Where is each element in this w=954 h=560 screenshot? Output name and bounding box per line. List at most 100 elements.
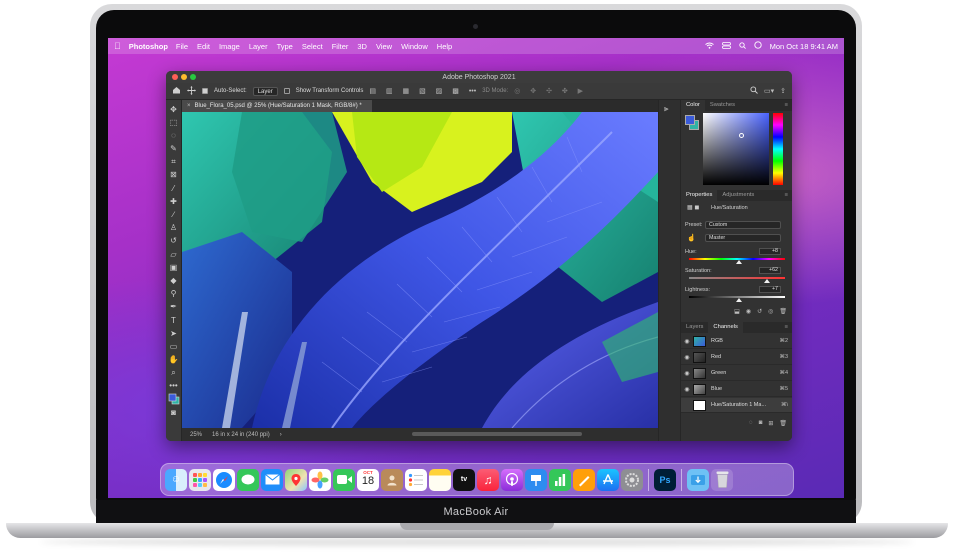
control-center-icon[interactable] xyxy=(721,41,731,51)
color-picker-cursor[interactable] xyxy=(739,133,744,138)
delete-icon[interactable]: 🗑 xyxy=(779,308,787,315)
calendar-icon[interactable]: OCT 18 xyxy=(357,468,379,491)
quick-mask-icon[interactable]: ◙ xyxy=(168,406,180,418)
horizontal-scrollbar[interactable] xyxy=(412,432,582,436)
zoom-tool-icon[interactable]: ⌕ xyxy=(168,367,180,379)
launchpad-icon[interactable] xyxy=(189,468,211,491)
channel-row-rgb[interactable]: ◉ RGB ⌘2 xyxy=(681,334,792,349)
hue-value[interactable]: +8 xyxy=(759,248,781,255)
menu-type[interactable]: Type xyxy=(277,42,293,51)
load-selection-icon[interactable]: ◌ xyxy=(749,420,753,426)
save-selection-icon[interactable]: ◙ xyxy=(759,420,763,426)
search-icon[interactable] xyxy=(738,41,746,51)
crop-tool-icon[interactable]: ⌗ xyxy=(168,156,180,168)
dodge-tool-icon[interactable]: ⚲ xyxy=(168,288,180,300)
panel-menu-icon[interactable]: ≡ xyxy=(780,100,792,111)
finder-icon[interactable]: ☺ xyxy=(165,468,187,491)
menu-window[interactable]: Window xyxy=(401,42,428,51)
search-icon[interactable] xyxy=(750,86,758,96)
move-tool-icon[interactable]: ✥ xyxy=(168,103,180,115)
mail-icon[interactable] xyxy=(261,468,283,491)
close-tab-icon[interactable]: × xyxy=(187,103,191,109)
maps-icon[interactable] xyxy=(285,468,307,491)
workspace-icon[interactable]: ▭▾ xyxy=(764,87,774,95)
tab-layers[interactable]: Layers xyxy=(681,322,708,333)
foreground-color-swatch[interactable] xyxy=(685,115,695,125)
contacts-icon[interactable] xyxy=(381,468,403,491)
tab-channels[interactable]: Channels xyxy=(708,322,743,333)
marquee-tool-icon[interactable]: ⬚ xyxy=(168,116,180,128)
menu-select[interactable]: Select xyxy=(302,42,323,51)
reminders-icon[interactable] xyxy=(405,468,427,491)
minimize-window-button[interactable] xyxy=(181,74,187,80)
clip-to-layer-icon[interactable]: ⬓ xyxy=(734,308,740,315)
music-icon[interactable]: ♫ xyxy=(477,468,499,491)
eyedropper-tool-icon[interactable]: ⁄ xyxy=(168,182,180,194)
auto-select-checkbox[interactable] xyxy=(202,88,208,94)
menu-file[interactable]: File xyxy=(176,42,188,51)
siri-icon[interactable] xyxy=(753,41,762,51)
hue-slider-thumb[interactable] xyxy=(735,260,742,264)
lightness-value[interactable]: +7 xyxy=(759,286,781,293)
type-tool-icon[interactable]: T xyxy=(168,314,180,326)
eye-icon[interactable]: ◉ xyxy=(681,338,693,345)
gradient-tool-icon[interactable]: ▣ xyxy=(168,261,180,273)
photoshop-icon[interactable]: Ps xyxy=(654,468,676,491)
lightness-slider-thumb[interactable] xyxy=(735,298,742,302)
history-brush-tool-icon[interactable]: ↺ xyxy=(168,235,180,247)
saturation-slider-thumb[interactable] xyxy=(763,279,770,283)
new-channel-icon[interactable]: ⊞ xyxy=(768,420,773,427)
menubar-clock[interactable]: Mon Oct 18 9:41 AM xyxy=(770,42,838,51)
document-canvas[interactable] xyxy=(182,112,658,428)
eye-icon[interactable]: ◉ xyxy=(681,354,693,361)
blur-tool-icon[interactable]: ◆ xyxy=(168,274,180,286)
document-size[interactable]: 16 in x 24 in (240 ppi) xyxy=(212,432,270,438)
menu-help[interactable]: Help xyxy=(437,42,452,51)
messages-icon[interactable] xyxy=(237,468,259,491)
notes-icon[interactable] xyxy=(429,468,451,491)
menu-3d[interactable]: 3D xyxy=(357,42,367,51)
delete-channel-icon[interactable]: 🗑 xyxy=(779,420,787,427)
menu-layer[interactable]: Layer xyxy=(249,42,268,51)
facetime-icon[interactable] xyxy=(333,468,355,491)
view-previous-icon[interactable]: ◉ xyxy=(746,308,751,315)
quick-select-tool-icon[interactable]: ✎ xyxy=(168,143,180,155)
lasso-tool-icon[interactable]: ◌ xyxy=(168,129,180,141)
app-store-icon[interactable] xyxy=(597,468,619,491)
panel-menu-icon[interactable]: ≡ xyxy=(780,322,792,333)
close-window-button[interactable] xyxy=(172,74,178,80)
tab-adjustments[interactable]: Adjustments xyxy=(717,190,759,201)
status-chevron-icon[interactable]: › xyxy=(280,432,282,438)
menu-image[interactable]: Image xyxy=(219,42,240,51)
pages-icon[interactable] xyxy=(573,468,595,491)
menu-app-name[interactable]: Photoshop xyxy=(129,42,168,51)
channel-row-blue[interactable]: ◉ Blue ⌘5 xyxy=(681,382,792,397)
panel-menu-icon[interactable]: ≡ xyxy=(780,190,792,201)
numbers-icon[interactable] xyxy=(549,468,571,491)
clone-stamp-tool-icon[interactable]: ♙ xyxy=(168,222,180,234)
channel-dropdown[interactable]: Master xyxy=(705,234,781,242)
wifi-icon[interactable] xyxy=(704,42,714,51)
more-options-icon[interactable]: ••• xyxy=(469,88,476,95)
frame-tool-icon[interactable]: ⊠ xyxy=(168,169,180,181)
system-preferences-icon[interactable] xyxy=(621,468,643,491)
home-icon[interactable] xyxy=(172,86,181,96)
reset-icon[interactable]: ↺ xyxy=(757,308,762,315)
align-icons[interactable]: ▤ ▥ ▦ ▧ ▨ ▩ xyxy=(369,87,462,95)
eye-icon[interactable]: ◉ xyxy=(681,370,693,377)
path-select-tool-icon[interactable]: ➤ xyxy=(168,327,180,339)
visibility-icon[interactable]: ◎ xyxy=(768,308,773,315)
menu-view[interactable]: View xyxy=(376,42,392,51)
channel-row-green[interactable]: ◉ Green ⌘4 xyxy=(681,366,792,381)
trash-icon[interactable] xyxy=(711,468,733,491)
keynote-icon[interactable] xyxy=(525,468,547,491)
healing-brush-tool-icon[interactable]: ✚ xyxy=(168,195,180,207)
color-swatches-icon[interactable] xyxy=(168,393,180,405)
move-tool-icon[interactable] xyxy=(187,85,196,97)
zoom-level[interactable]: 25% xyxy=(190,432,202,438)
auto-select-dropdown[interactable]: Layer xyxy=(252,86,278,96)
safari-icon[interactable] xyxy=(213,468,235,491)
apple-logo-icon[interactable]:  xyxy=(114,41,121,51)
downloads-folder-icon[interactable] xyxy=(687,468,709,491)
channel-row-mask[interactable]: Hue/Saturation 1 Ma... ⌘\ xyxy=(681,398,792,413)
